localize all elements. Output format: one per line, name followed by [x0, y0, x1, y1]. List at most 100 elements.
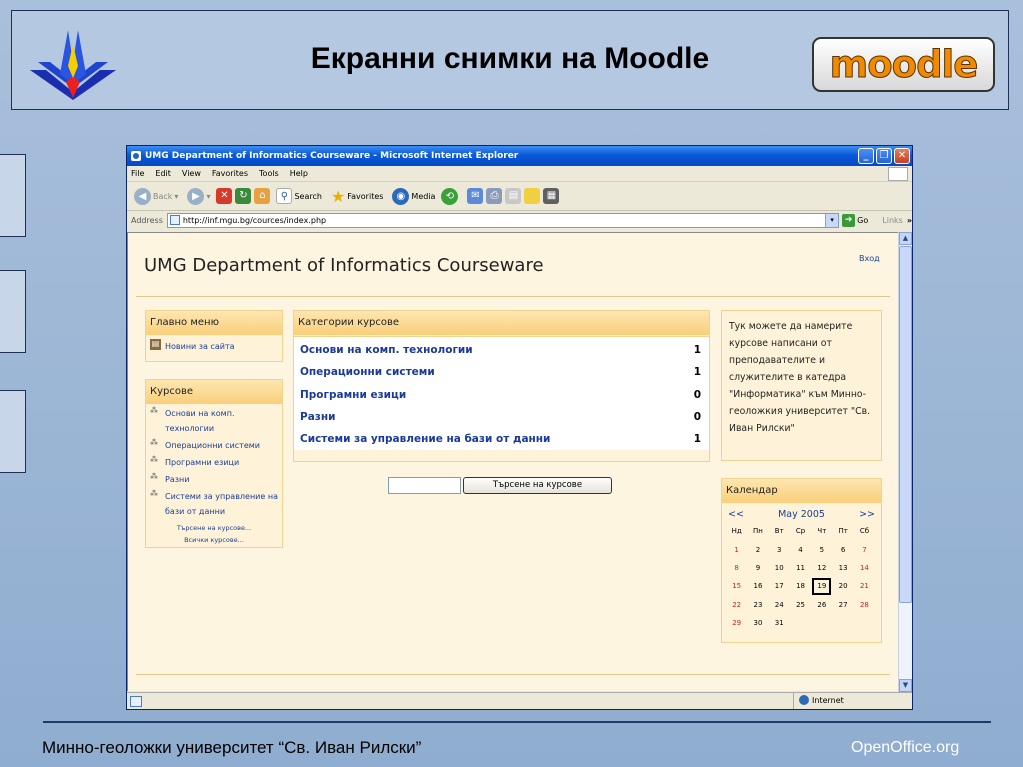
search-button[interactable]: ⚲ Search	[273, 188, 324, 204]
scroll-up-icon[interactable]: ▲	[899, 232, 912, 245]
calendar-day[interactable]: 2	[747, 540, 768, 558]
maximize-button[interactable]: ❐	[876, 148, 892, 164]
vertical-scrollbar[interactable]: ▲ ▼	[898, 232, 912, 692]
media-button[interactable]: ◉ Media	[389, 187, 438, 205]
main-menu-block: Главно меню ▤ Новини за сайта	[145, 310, 283, 362]
page-icon	[130, 695, 142, 707]
weekday-label: Пт	[838, 527, 848, 536]
stop-icon[interactable]: ✕	[216, 188, 233, 204]
calendar-day[interactable]: 3	[769, 540, 790, 558]
links-button[interactable]: Links	[882, 216, 903, 225]
dropdown-arrow-icon[interactable]: ▾	[825, 213, 839, 227]
menu-edit[interactable]: Edit	[155, 169, 171, 178]
menu-favorites[interactable]: Favorites	[212, 169, 248, 178]
calendar-day[interactable]: 5	[811, 540, 832, 558]
calendar-day[interactable]: 28	[854, 596, 875, 614]
mail-icon[interactable]: ✉	[467, 188, 484, 204]
category-link[interactable]: Основи на комп. технологии	[300, 344, 473, 356]
menu-tools[interactable]: Tools	[259, 169, 279, 178]
calendar-day[interactable]: 9	[747, 559, 768, 577]
category-link[interactable]: Системи за управление на бази от данни	[300, 433, 550, 445]
home-icon[interactable]: ⌂	[254, 188, 271, 204]
category-count: 1	[693, 433, 701, 446]
calendar-day[interactable]: 14	[854, 559, 875, 577]
calendar-day[interactable]: 8	[726, 559, 747, 577]
calendar-day[interactable]: 22	[726, 596, 747, 614]
calendar-day[interactable]: 1	[726, 540, 747, 558]
favorites-button[interactable]: ★ Favorites	[328, 187, 386, 206]
calendar-day[interactable]: 16	[747, 577, 768, 595]
course-link[interactable]: ⁂ Операционни системи	[150, 438, 278, 453]
menu-file[interactable]: File	[131, 169, 144, 178]
history-icon[interactable]: ⟲	[441, 187, 459, 205]
calendar-day[interactable]: 25	[790, 596, 811, 614]
refresh-icon[interactable]: ↻	[235, 188, 252, 204]
calendar-day[interactable]: 11	[790, 559, 811, 577]
menu-help[interactable]: Help	[290, 169, 308, 178]
toolbar: ◀ Back ▾ ▶ ▾ ✕ ↻ ⌂ ⚲ Search ★ Favorites ◉ Me…	[127, 182, 912, 211]
course-icon: ⁂	[150, 455, 158, 464]
print-icon[interactable]: ⎙	[486, 188, 503, 204]
all-courses-link[interactable]: Всички курсове...	[150, 534, 278, 546]
url-input[interactable]: http://inf.mgu.bg/cources/index.php ▾	[166, 212, 840, 228]
calendar-day	[790, 614, 811, 632]
university-logo	[30, 30, 116, 100]
back-arrow-icon: ◀	[134, 187, 151, 205]
scroll-thumb[interactable]	[899, 246, 912, 603]
calendar-day[interactable]: 17	[769, 577, 790, 595]
status-bar: Internet	[127, 692, 912, 709]
category-link[interactable]: Програмни езици	[300, 389, 406, 401]
calendar-next-link[interactable]: >>	[859, 509, 875, 520]
menu-item-news[interactable]: ▤ Новини за сайта	[150, 339, 278, 354]
calendar-day[interactable]: 10	[769, 559, 790, 577]
course-link[interactable]: ⁂ Основи на комп. технологии	[150, 406, 278, 436]
messenger-icon[interactable]: ▦	[543, 188, 560, 204]
calendar-day[interactable]: 4	[790, 540, 811, 558]
category-row: Операционни системи 1	[294, 361, 709, 383]
forward-button[interactable]: ▶ ▾	[184, 187, 213, 205]
calendar-day[interactable]: 6	[832, 540, 853, 558]
calendar-day[interactable]: 23	[747, 596, 768, 614]
calendar-day[interactable]: 15	[726, 577, 747, 595]
calendar-day[interactable]: 31	[769, 614, 790, 632]
courses-block-title: Курсове	[146, 380, 282, 404]
calendar-day[interactable]: 24	[769, 596, 790, 614]
minimize-button[interactable]: _	[858, 148, 874, 164]
discuss-icon[interactable]	[524, 188, 541, 204]
login-link[interactable]: Вход	[859, 254, 880, 263]
course-link[interactable]: ⁂ Програмни езици	[150, 455, 278, 470]
calendar-day[interactable]: 27	[832, 596, 853, 614]
calendar-day[interactable]: 30	[747, 614, 768, 632]
calendar-title: Календар	[722, 479, 881, 503]
calendar-day[interactable]: 26	[811, 596, 832, 614]
category-link[interactable]: Операционни системи	[300, 366, 435, 378]
search-courses-link[interactable]: Търсене на курсове...	[150, 522, 278, 534]
window-titlebar[interactable]: UMG Department of Informatics Courseware…	[127, 146, 912, 166]
course-link[interactable]: ⁂ Системи за управление на бази от данни	[150, 489, 278, 519]
calendar-day[interactable]: 20	[832, 577, 853, 595]
back-button[interactable]: ◀ Back ▾	[131, 187, 181, 205]
course-search-input[interactable]	[388, 477, 461, 494]
calendar-day[interactable]: 21	[854, 577, 875, 595]
calendar-day[interactable]: 7	[854, 540, 875, 558]
categories-block: Категории курсове Основи на комп. технол…	[293, 310, 710, 462]
ie-icon	[131, 151, 141, 161]
calendar-grid: Нд Пн Вт Ср Чт Пт Сб 1234567 8 9 10 11 12 13 1…	[726, 522, 875, 632]
calendar-day[interactable]: 12	[811, 559, 832, 577]
calendar-day[interactable]: 18	[790, 577, 811, 595]
scroll-down-icon[interactable]: ▼	[899, 679, 912, 692]
course-search-button[interactable]: Търсене на курсове	[463, 477, 612, 494]
calendar-day[interactable]: 13	[832, 559, 853, 577]
calendar-day[interactable]: 29	[726, 614, 747, 632]
calendar-day-today[interactable]: 19	[811, 577, 832, 595]
category-link[interactable]: Разни	[300, 411, 336, 423]
calendar-week: 8 9 10 11 12 13 14	[726, 559, 875, 577]
menu-view[interactable]: View	[182, 169, 201, 178]
close-button[interactable]: ✕	[894, 148, 910, 164]
edit-icon[interactable]: ▤	[505, 188, 522, 204]
chevron-right-icon[interactable]: »	[907, 216, 912, 225]
go-button[interactable]: ➔ Go	[842, 213, 868, 227]
calendar-prev-link[interactable]: <<	[728, 509, 744, 520]
course-link[interactable]: ⁂ Разни	[150, 472, 278, 487]
calendar-month[interactable]: May 2005	[778, 509, 825, 520]
